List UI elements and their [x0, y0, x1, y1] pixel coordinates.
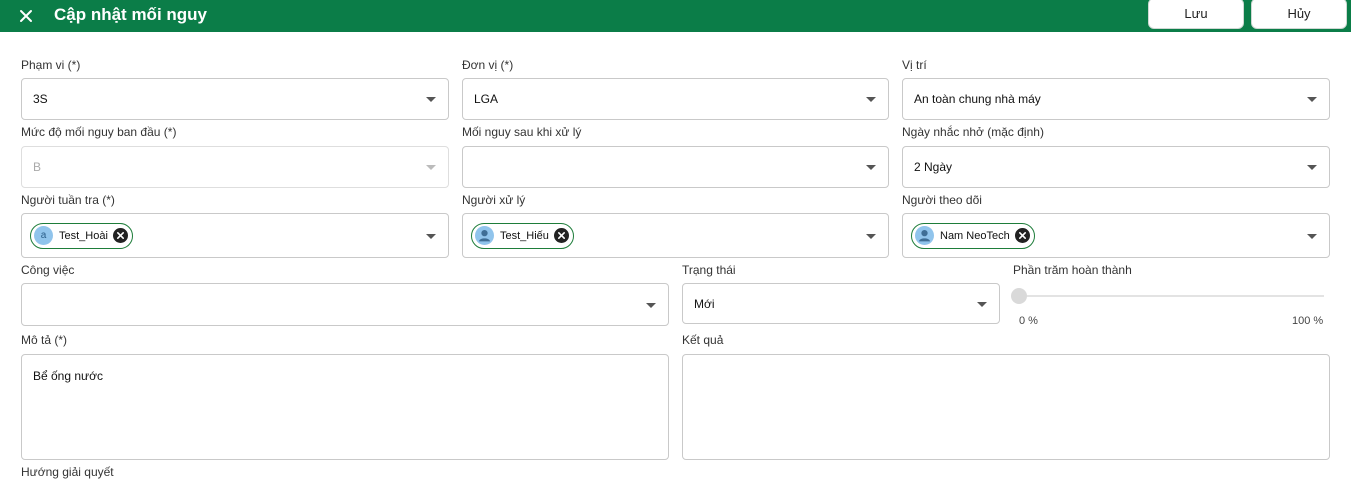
chevron-down-icon [646, 302, 656, 308]
after-level-label: Mối nguy sau khi xử lý [462, 125, 582, 139]
chevron-down-icon [1307, 97, 1317, 102]
initial-level-select: B [21, 146, 449, 188]
status-value: Mới [694, 296, 715, 311]
close-icon [557, 231, 565, 240]
remove-chip-button[interactable] [112, 228, 128, 243]
follower-select[interactable]: Nam NeoTech [902, 213, 1330, 258]
progress-min-label: 0 % [1019, 315, 1038, 327]
inspector-select[interactable]: a Test_Hoài [21, 213, 449, 258]
chevron-down-icon [977, 301, 987, 307]
description-value: Bể ống nước [33, 369, 103, 383]
location-select[interactable]: An toàn chung nhà máy [902, 78, 1330, 120]
progress-slider-track[interactable] [1019, 295, 1324, 297]
page-title: Cập nhật mối nguy [54, 5, 207, 24]
chevron-down-icon [866, 165, 876, 170]
result-label: Kết quả [682, 333, 724, 347]
scope-label: Phạm vi (*) [21, 58, 81, 72]
solution-label: Hướng giải quyết [21, 465, 114, 479]
header-bar: Cập nhật mối nguy Lưu Hủy [0, 0, 1351, 32]
close-button[interactable] [14, 4, 38, 28]
close-icon [1018, 231, 1026, 240]
save-button[interactable]: Lưu [1148, 0, 1244, 29]
description-label: Mô tả (*) [21, 333, 68, 347]
close-icon [20, 10, 32, 22]
handler-label: Người xử lý [462, 193, 526, 207]
reminder-value: 2 Ngày [914, 160, 953, 174]
scope-select[interactable]: 3S [21, 78, 449, 120]
description-textarea[interactable]: Bể ống nước [21, 354, 669, 460]
initial-level-label: Mức độ mối nguy ban đầu (*) [21, 125, 177, 139]
initial-level-value: B [33, 160, 42, 174]
chevron-down-icon [1307, 233, 1317, 239]
progress-label: Phần trăm hoàn thành [1013, 263, 1132, 277]
chevron-down-icon [426, 233, 436, 239]
unit-label: Đơn vị (*) [462, 58, 514, 72]
progress-slider-thumb[interactable] [1011, 288, 1027, 304]
scope-value: 3S [33, 92, 48, 106]
status-select[interactable]: Mới [682, 283, 1000, 324]
task-label: Công việc [21, 263, 75, 277]
close-icon [116, 231, 124, 240]
user-icon [915, 226, 934, 245]
follower-label: Người theo dõi [902, 193, 982, 207]
reminder-select[interactable]: 2 Ngày [902, 146, 1330, 188]
handler-select[interactable]: Test_Hiếu [462, 213, 889, 258]
unit-select[interactable]: LGA [462, 78, 889, 120]
chevron-down-icon [1307, 165, 1317, 170]
chip-label: Test_Hiếu [500, 229, 549, 242]
user-icon [475, 226, 494, 245]
unit-value: LGA [474, 92, 499, 106]
chevron-down-icon [426, 165, 436, 170]
follower-chip: Nam NeoTech [911, 222, 1035, 249]
inspector-chip: a Test_Hoài [30, 222, 133, 249]
after-level-select[interactable] [462, 146, 889, 188]
remove-chip-button[interactable] [1014, 228, 1030, 243]
task-select[interactable] [21, 283, 669, 326]
chip-label: Nam NeoTech [940, 229, 1010, 242]
reminder-label: Ngày nhắc nhở (mặc định) [902, 125, 1044, 139]
cancel-button[interactable]: Hủy [1251, 0, 1347, 29]
avatar: a [34, 226, 53, 245]
location-value: An toàn chung nhà máy [914, 92, 1041, 106]
chip-label: Test_Hoài [59, 229, 108, 242]
status-label: Trạng thái [682, 263, 736, 277]
chevron-down-icon [426, 97, 436, 102]
result-textarea[interactable] [682, 354, 1330, 460]
inspector-label: Người tuần tra (*) [21, 193, 115, 207]
chevron-down-icon [866, 233, 876, 239]
remove-chip-button[interactable] [553, 228, 569, 243]
progress-max-label: 100 % [1292, 315, 1324, 327]
chevron-down-icon [866, 97, 876, 102]
handler-chip: Test_Hiếu [471, 222, 574, 249]
location-label: Vị trí [902, 58, 927, 72]
